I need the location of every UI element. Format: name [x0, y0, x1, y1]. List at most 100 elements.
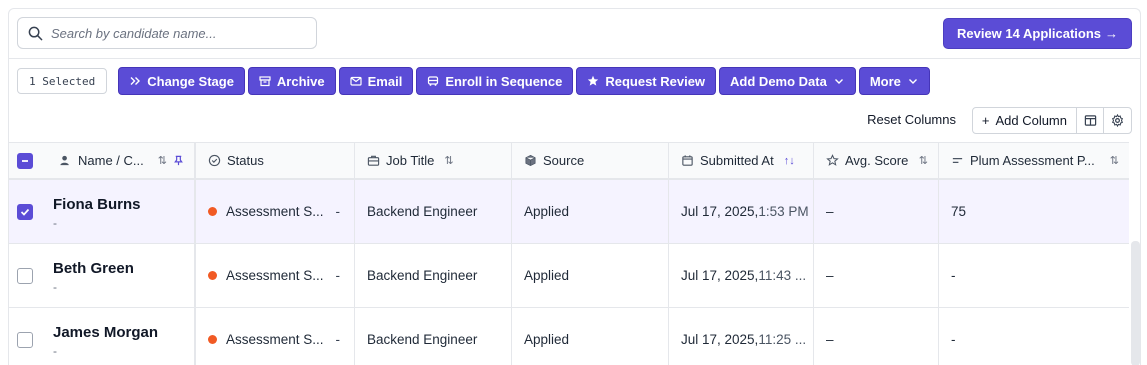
request-review-button[interactable]: Request Review	[576, 67, 717, 95]
candidate-name[interactable]: Fiona Burns	[53, 196, 141, 213]
plum-assessment-cell: -	[951, 332, 956, 347]
double-chevron-icon	[130, 77, 141, 85]
header-source[interactable]: Source	[512, 143, 669, 178]
sort-icon[interactable]: ⇅	[1110, 154, 1119, 167]
top-bar: Review 14 Applications →	[9, 9, 1140, 59]
submitted-date: Jul 17, 2025,	[681, 268, 759, 283]
status-text: Assessment S...	[226, 204, 324, 219]
sort-icon[interactable]: ⇅	[158, 154, 167, 167]
header-plum-assessment[interactable]: Plum Assessment P... ⇅	[939, 143, 1129, 178]
change-stage-label: Change Stage	[147, 73, 234, 89]
review-applications-button[interactable]: Review 14 Applications →	[942, 18, 1132, 49]
archive-label: Archive	[276, 73, 325, 89]
status-dot	[208, 207, 217, 216]
briefcase-icon	[367, 155, 380, 166]
status-extra: -	[335, 204, 341, 219]
table-settings-button[interactable]	[1104, 108, 1131, 133]
header-submitted-at[interactable]: Submitted At ↑↓	[669, 143, 814, 178]
selected-count-badge: 1 Selected	[17, 68, 108, 94]
table-row[interactable]: James Morgan - Assessment S... - Backend…	[9, 308, 1129, 365]
source-cell: Applied	[512, 244, 669, 307]
search-input[interactable]	[51, 25, 291, 41]
submitted-at-cell: Jul 17, 2025, 11:43 ...	[669, 244, 814, 307]
sort-icon[interactable]: ⇅	[444, 154, 453, 167]
row-checkbox[interactable]	[17, 267, 33, 284]
select-all-checkbox[interactable]	[17, 152, 33, 169]
add-column-button[interactable]: + Add Column	[973, 108, 1077, 133]
header-job-title-label: Job Title	[386, 153, 435, 168]
add-demo-data-button[interactable]: Add Demo Data	[719, 67, 856, 95]
checkmark-icon	[20, 208, 30, 216]
header-plum-assessment-label: Plum Assessment P...	[970, 153, 1095, 168]
status-extra: -	[335, 332, 341, 347]
header-submitted-at-label: Submitted At	[700, 153, 774, 168]
check-circle-icon	[208, 154, 221, 167]
request-review-label: Request Review	[605, 73, 706, 89]
row-checkbox[interactable]	[17, 203, 33, 220]
submitted-time: 1:53 PM	[758, 204, 809, 219]
header-avg-score-label: Avg. Score	[845, 153, 909, 168]
enroll-in-sequence-button[interactable]: Enroll in Sequence	[416, 67, 574, 95]
status-dot	[208, 335, 217, 344]
table-header-row: Name / C... ⇅ Status Job Title ⇅ Source	[9, 142, 1129, 180]
name-cell: Beth Green -	[9, 244, 196, 307]
table-row[interactable]: Fiona Burns - Assessment S... - Backend …	[9, 180, 1129, 244]
row-checkbox[interactable]	[17, 331, 33, 348]
gear-icon	[1111, 114, 1124, 127]
plus-icon: +	[981, 113, 990, 128]
search-icon	[28, 26, 43, 40]
status-cell[interactable]: Assessment S... -	[196, 308, 355, 365]
candidate-subtext: -	[53, 280, 57, 294]
cube-icon	[525, 154, 536, 167]
avg-score-cell: –	[814, 244, 939, 307]
reset-columns-button[interactable]: Reset Columns	[867, 112, 956, 127]
chevron-down-icon	[834, 79, 843, 84]
vertical-scrollbar[interactable]	[1131, 241, 1140, 365]
bus-icon	[428, 76, 439, 86]
header-job-title[interactable]: Job Title ⇅	[355, 143, 512, 178]
calendar-icon	[682, 155, 693, 166]
archive-button[interactable]: Archive	[247, 67, 336, 95]
header-name[interactable]: Name / C... ⇅	[9, 143, 196, 178]
status-cell[interactable]: Assessment S... -	[196, 244, 355, 307]
search-box[interactable]	[17, 17, 317, 49]
candidate-subtext: -	[53, 344, 57, 358]
status-cell[interactable]: Assessment S... -	[196, 180, 355, 243]
candidate-name[interactable]: James Morgan	[53, 324, 158, 341]
more-button[interactable]: More	[858, 67, 930, 95]
arrow-right-icon: →	[1105, 26, 1118, 41]
envelope-icon	[350, 76, 362, 86]
submitted-date: Jul 17, 2025,	[681, 332, 759, 347]
table-row[interactable]: Beth Green - Assessment S... - Backend E…	[9, 244, 1129, 308]
chevron-down-icon	[908, 79, 917, 84]
add-demo-data-label: Add Demo Data	[730, 73, 827, 89]
header-status[interactable]: Status	[196, 143, 355, 178]
bulk-action-toolbar: 1 Selected Change Stage Archive Email En…	[17, 67, 930, 95]
sort-icon[interactable]: ⇅	[919, 154, 928, 167]
submitted-time: 11:25 ...	[758, 332, 807, 347]
submitted-date: Jul 17, 2025,	[681, 204, 759, 219]
header-source-label: Source	[543, 153, 585, 168]
header-status-label: Status	[227, 153, 264, 168]
job-title-cell: Backend Engineer	[355, 244, 512, 307]
add-column-label: Add Column	[995, 113, 1067, 128]
name-cell: James Morgan -	[9, 308, 196, 365]
enroll-in-sequence-label: Enroll in Sequence	[445, 73, 563, 89]
email-button[interactable]: Email	[338, 67, 414, 95]
name-cell: Fiona Burns -	[9, 180, 196, 243]
column-layout-button[interactable]	[1077, 108, 1104, 133]
source-cell: Applied	[512, 308, 669, 365]
job-title-cell: Backend Engineer	[355, 308, 512, 365]
plum-assessment-cell: 75	[951, 204, 967, 219]
status-text: Assessment S...	[226, 268, 324, 283]
status-extra: -	[335, 268, 341, 283]
header-avg-score[interactable]: Avg. Score ⇅	[814, 143, 939, 178]
sort-ascending-icon[interactable]: ↑↓	[784, 155, 795, 167]
header-name-label: Name / C...	[78, 153, 144, 168]
more-label: More	[869, 73, 901, 89]
candidate-name[interactable]: Beth Green	[53, 260, 134, 277]
pin-icon[interactable]	[173, 155, 184, 166]
avg-score-cell: –	[814, 180, 939, 243]
submitted-at-cell: Jul 17, 2025, 1:53 PM	[669, 180, 814, 243]
change-stage-button[interactable]: Change Stage	[118, 67, 245, 95]
